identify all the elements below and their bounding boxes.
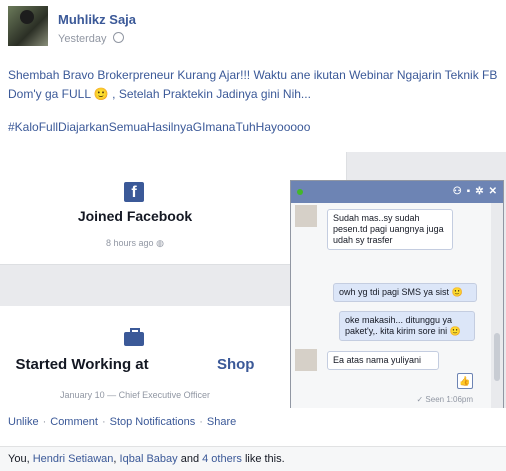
globe-icon: ◍	[156, 238, 164, 248]
chat-message: owh yg tdi pagi SMS ya sist 🙂	[333, 283, 477, 302]
card-subtitle: 8 hours ago ◍	[0, 238, 270, 249]
card-time: 8 hours ago	[106, 238, 154, 248]
separator: ·	[42, 416, 47, 428]
post-text: Shembah Bravo Brokerpreneur Kurang Ajar!…	[8, 68, 498, 101]
unlike-link[interactable]: Unlike	[8, 416, 39, 428]
card-title: Joined Facebook	[77, 208, 193, 224]
post-hashtag[interactable]: #KaloFullDiajarkanSemuaHasilnyaGImanaTuh…	[8, 120, 310, 134]
card-title: Started Working at Shop	[0, 356, 270, 373]
seen-indicator: ✓ Seen 1:06pm	[416, 395, 473, 404]
separator: ·	[101, 416, 106, 428]
post-timestamp[interactable]: Yesterday	[58, 33, 107, 45]
likes-summary: You, Hendri Setiawan, Iqbal Babay and 4 …	[8, 453, 285, 465]
share-link[interactable]: Share	[207, 416, 236, 428]
comment-link[interactable]: Comment	[50, 416, 98, 428]
stop-notifications-link[interactable]: Stop Notifications	[110, 416, 196, 428]
separator: ·	[199, 416, 203, 428]
chat-scrollbar[interactable]	[491, 203, 503, 408]
briefcase-icon	[124, 328, 144, 346]
post-meta: Yesterday	[58, 32, 124, 45]
likes-and: and	[180, 453, 200, 465]
contact-avatar	[295, 349, 317, 371]
liker-link[interactable]: Hendri Setiawan	[33, 453, 114, 465]
gear-icon[interactable]: ✲	[475, 186, 483, 197]
chat-message: Sudah mas..sy sudah pesen.td pagi uangny…	[327, 209, 453, 250]
post-actions: Unlike · Comment · Stop Notifications · Share	[8, 416, 236, 428]
add-friends-icon[interactable]: ⚇	[453, 186, 462, 197]
thumbs-up-icon[interactable]: 👍	[457, 373, 473, 389]
card-subtitle: January 10 — Chief Executive Officer	[60, 390, 210, 400]
chat-header[interactable]: ⚇ ▪ ✲ ✕	[291, 181, 503, 203]
liker-link[interactable]: Iqbal Babay	[120, 453, 178, 465]
other-likers-link[interactable]: 4 others	[202, 453, 242, 465]
author-name[interactable]: Muhlikz Saja	[58, 12, 136, 27]
author-avatar[interactable]	[8, 6, 48, 46]
work-title-suffix: Shop	[216, 356, 255, 373]
chat-messages: Sudah mas..sy sudah pesen.td pagi uangny…	[291, 203, 489, 408]
video-call-icon[interactable]: ▪	[467, 186, 471, 197]
work-title-prefix: Started Working at	[15, 356, 149, 373]
close-icon[interactable]: ✕	[489, 186, 497, 197]
chat-header-icons: ⚇ ▪ ✲ ✕	[448, 181, 497, 203]
globe-icon[interactable]	[112, 32, 124, 43]
chat-window: ⚇ ▪ ✲ ✕ Sudah mas..sy sudah pesen.td pagi u…	[290, 180, 504, 408]
likes-box: You, Hendri Setiawan, Iqbal Babay and 4 …	[0, 446, 506, 471]
attached-screenshot[interactable]: f Joined Facebook 8 hours ago ◍ Started …	[0, 152, 506, 408]
contact-avatar	[295, 205, 317, 227]
chat-message: Ea atas nama yuliyani	[327, 351, 439, 370]
chat-message: oke makasih... ditunggu ya paket'y,. kit…	[339, 311, 475, 341]
likes-suffix: like this.	[244, 453, 285, 465]
facebook-icon: f	[124, 182, 144, 202]
likes-you: You,	[8, 453, 30, 465]
